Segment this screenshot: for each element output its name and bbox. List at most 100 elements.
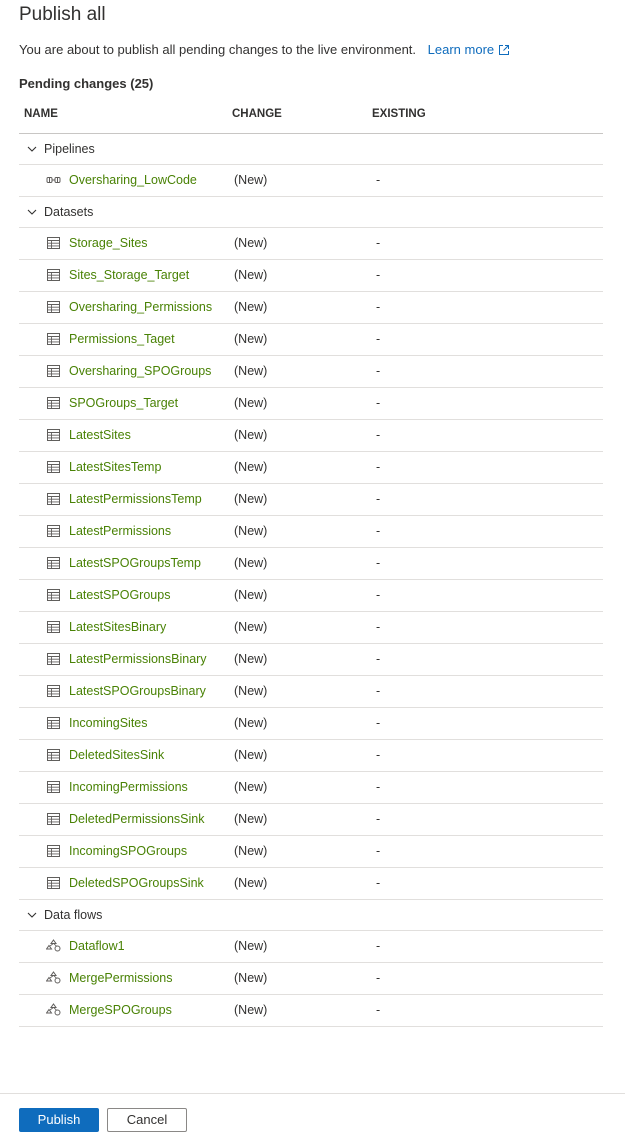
group-label: Pipelines	[44, 142, 95, 156]
table-row: LatestSPOGroupsTemp (New) -	[19, 548, 603, 580]
item-name-link[interactable]: MergePermissions	[69, 971, 173, 985]
dataflow-icon	[45, 939, 61, 953]
learn-more-link[interactable]: Learn more	[428, 42, 510, 57]
existing-value: -	[376, 332, 381, 346]
item-name-link[interactable]: LatestSPOGroupsTemp	[69, 556, 201, 570]
existing-value: -	[376, 876, 381, 890]
table-row: SPOGroups_Target (New) -	[19, 388, 603, 420]
item-name-link[interactable]: LatestSPOGroupsBinary	[69, 684, 206, 698]
chevron-down-icon[interactable]	[26, 206, 38, 218]
item-name-link[interactable]: DeletedSPOGroupsSink	[69, 876, 204, 890]
item-name-link[interactable]: SPOGroups_Target	[69, 396, 178, 410]
change-value: (New)	[234, 620, 268, 634]
chevron-down-icon[interactable]	[26, 909, 38, 921]
item-name-link[interactable]: LatestPermissions	[69, 524, 171, 538]
change-value: (New)	[234, 173, 268, 187]
change-value: (New)	[234, 492, 268, 506]
existing-value: -	[376, 364, 381, 378]
column-change: CHANGE	[232, 108, 282, 120]
item-name-link[interactable]: LatestSites	[69, 428, 131, 442]
dataset-table-icon	[46, 620, 61, 634]
table-row: DeletedSPOGroupsSink (New) -	[19, 868, 603, 900]
change-value: (New)	[234, 588, 268, 602]
item-name-link[interactable]: DeletedPermissionsSink	[69, 812, 204, 826]
item-name-link[interactable]: IncomingSPOGroups	[69, 844, 187, 858]
change-value: (New)	[234, 364, 268, 378]
existing-value: -	[376, 268, 381, 282]
group-row[interactable]: Pipelines	[19, 134, 603, 165]
table-row: IncomingSPOGroups (New) -	[19, 836, 603, 868]
item-name-link[interactable]: Storage_Sites	[69, 236, 148, 250]
dataset-table-icon	[46, 524, 61, 538]
dataset-table-icon	[46, 844, 61, 858]
group-label: Data flows	[44, 908, 103, 922]
item-name-link[interactable]: IncomingSites	[69, 716, 148, 730]
item-name-link[interactable]: LatestPermissionsBinary	[69, 652, 207, 666]
table-row: Dataflow1 (New) -	[19, 931, 603, 963]
item-name-link[interactable]: Oversharing_Permissions	[69, 300, 212, 314]
table-row: DeletedSitesSink (New) -	[19, 740, 603, 772]
table-row: DeletedPermissionsSink (New) -	[19, 804, 603, 836]
item-name-link[interactable]: Dataflow1	[69, 939, 125, 953]
dataflow-icon	[45, 971, 61, 985]
existing-value: -	[376, 971, 381, 985]
item-name-link[interactable]: Oversharing_LowCode	[69, 173, 197, 187]
change-value: (New)	[234, 332, 268, 346]
group-row[interactable]: Data flows	[19, 900, 603, 931]
item-name-link[interactable]: DeletedSitesSink	[69, 748, 164, 762]
pending-changes-list: Pipelines Oversharing_LowCode (New) - Datase…	[19, 134, 603, 1027]
change-value: (New)	[234, 939, 268, 953]
item-name-link[interactable]: Permissions_Taget	[69, 332, 175, 346]
change-value: (New)	[234, 812, 268, 826]
change-value: (New)	[234, 844, 268, 858]
dataset-table-icon	[46, 684, 61, 698]
item-name-link[interactable]: LatestSitesBinary	[69, 620, 166, 634]
item-name-link[interactable]: LatestSPOGroups	[69, 588, 170, 602]
existing-value: -	[376, 492, 381, 506]
cancel-button[interactable]: Cancel	[107, 1108, 187, 1132]
change-value: (New)	[234, 300, 268, 314]
existing-value: -	[376, 396, 381, 410]
change-value: (New)	[234, 460, 268, 474]
existing-value: -	[376, 173, 381, 187]
table-row: LatestPermissionsTemp (New) -	[19, 484, 603, 516]
dataset-table-icon	[46, 268, 61, 282]
existing-value: -	[376, 748, 381, 762]
change-value: (New)	[234, 876, 268, 890]
chevron-down-icon[interactable]	[26, 143, 38, 155]
existing-value: -	[376, 780, 381, 794]
publish-button[interactable]: Publish	[19, 1108, 99, 1132]
change-value: (New)	[234, 748, 268, 762]
item-name-link[interactable]: Sites_Storage_Target	[69, 268, 189, 282]
dataset-table-icon	[46, 364, 61, 378]
table-row: LatestPermissions (New) -	[19, 516, 603, 548]
item-name-link[interactable]: Oversharing_SPOGroups	[69, 364, 211, 378]
existing-value: -	[376, 588, 381, 602]
table-row: LatestSitesBinary (New) -	[19, 612, 603, 644]
item-name-link[interactable]: IncomingPermissions	[69, 780, 188, 794]
existing-value: -	[376, 684, 381, 698]
dataset-table-icon	[46, 588, 61, 602]
table-row: LatestPermissionsBinary (New) -	[19, 644, 603, 676]
table-row: Oversharing_SPOGroups (New) -	[19, 356, 603, 388]
table-row: LatestSitesTemp (New) -	[19, 452, 603, 484]
table-row: Sites_Storage_Target (New) -	[19, 260, 603, 292]
dataset-table-icon	[46, 716, 61, 730]
item-name-link[interactable]: MergeSPOGroups	[69, 1003, 172, 1017]
table-row: MergePermissions (New) -	[19, 963, 603, 995]
existing-value: -	[376, 716, 381, 730]
change-value: (New)	[234, 428, 268, 442]
dataset-table-icon	[46, 748, 61, 762]
dataset-table-icon	[46, 652, 61, 666]
existing-value: -	[376, 620, 381, 634]
dataset-table-icon	[46, 428, 61, 442]
group-row[interactable]: Datasets	[19, 197, 603, 228]
table-row: Oversharing_LowCode (New) -	[19, 165, 603, 197]
pipeline-icon	[46, 173, 61, 187]
table-row: LatestSPOGroups (New) -	[19, 580, 603, 612]
dataset-table-icon	[46, 492, 61, 506]
change-value: (New)	[234, 684, 268, 698]
item-name-link[interactable]: LatestSitesTemp	[69, 460, 161, 474]
column-existing: EXISTING	[372, 108, 426, 120]
item-name-link[interactable]: LatestPermissionsTemp	[69, 492, 202, 506]
